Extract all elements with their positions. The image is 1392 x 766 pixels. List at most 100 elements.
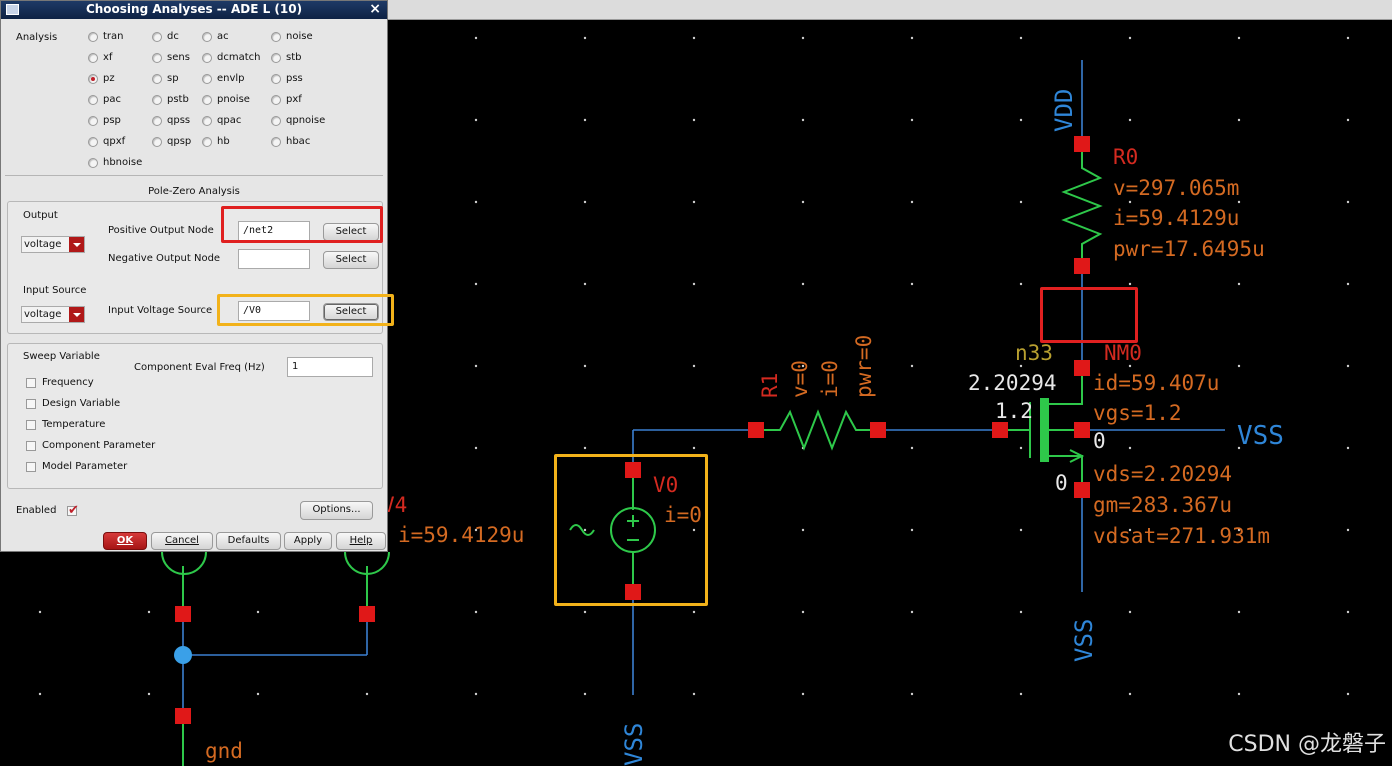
radio-dc[interactable] [152, 32, 162, 42]
output-type-select[interactable]: voltage [21, 236, 85, 253]
divider [5, 175, 383, 176]
radio-label-ac: ac [217, 31, 229, 42]
input-type-select[interactable]: voltage [21, 306, 85, 323]
radio-qpxf[interactable] [88, 137, 98, 147]
close-icon[interactable]: × [369, 1, 381, 17]
radio-hbac[interactable] [271, 137, 281, 147]
radio-psp[interactable] [88, 116, 98, 126]
radio-sp[interactable] [152, 74, 162, 84]
pin[interactable] [625, 462, 641, 478]
pin[interactable] [1074, 360, 1090, 376]
radio-ac[interactable] [202, 32, 212, 42]
pin[interactable] [992, 422, 1008, 438]
dialog-titlebar[interactable]: Choosing Analyses -- ADE L (10) × [1, 1, 387, 19]
grid-dot [1019, 36, 1023, 40]
radio-qpsp[interactable] [152, 137, 162, 147]
sweep-option-label: Frequency [42, 377, 94, 388]
radio-qpss[interactable] [152, 116, 162, 126]
input-voltage-source-field[interactable]: /V0 [238, 301, 310, 321]
sweep-checkbox-frequency[interactable] [26, 378, 36, 388]
grid-dot [1346, 446, 1350, 450]
radio-tran[interactable] [88, 32, 98, 42]
radio-label-pss: pss [286, 73, 303, 84]
radio-qpac[interactable] [202, 116, 212, 126]
radio-pz[interactable] [88, 74, 98, 84]
grid-dot [38, 692, 42, 696]
pin[interactable] [1074, 258, 1090, 274]
nm0-model: n33 [1015, 341, 1053, 365]
grid-dot [801, 528, 805, 532]
enabled-checkbox[interactable]: ✔ [67, 504, 79, 517]
grid-dot [147, 610, 151, 614]
radio-xf[interactable] [88, 53, 98, 63]
sweep-option-label: Temperature [42, 419, 106, 430]
defaults-button[interactable]: Defaults [216, 532, 281, 550]
pin[interactable] [1074, 136, 1090, 152]
radio-pss[interactable] [271, 74, 281, 84]
r1-resistor[interactable] [764, 409, 870, 451]
radio-dcmatch[interactable] [202, 53, 212, 63]
v4-current: i=59.4129u [398, 523, 524, 547]
grid-dot [583, 610, 587, 614]
radio-qpnoise[interactable] [271, 116, 281, 126]
negative-output-select-button[interactable]: Select [323, 251, 379, 269]
pin[interactable] [1074, 422, 1090, 438]
wire-junction [174, 646, 192, 664]
sweep-checkbox-design-variable[interactable] [26, 399, 36, 409]
r0-name: R0 [1113, 145, 1138, 169]
radio-sens[interactable] [152, 53, 162, 63]
input-voltage-select-button[interactable]: Select [323, 303, 379, 321]
nm0-vgs: vgs=1.2 [1093, 401, 1182, 425]
negative-output-field[interactable] [238, 249, 310, 269]
help-button[interactable]: Help [336, 532, 386, 550]
ok-button[interactable]: OK [103, 532, 147, 550]
vss-label-nm0: VSS [1070, 619, 1098, 662]
options-button[interactable]: Options... [300, 501, 373, 520]
radio-label-pac: pac [103, 94, 121, 105]
r0-i: i=59.4129u [1113, 206, 1239, 230]
radio-hbnoise[interactable] [88, 158, 98, 168]
radio-hb[interactable] [202, 137, 212, 147]
pin[interactable] [870, 422, 886, 438]
radio-pnoise[interactable] [202, 95, 212, 105]
eval-freq-field[interactable]: 1 [287, 357, 373, 377]
grid-dot [1237, 610, 1241, 614]
r0-v: v=297.065m [1113, 176, 1239, 200]
radio-pstb[interactable] [152, 95, 162, 105]
grid-dot [801, 118, 805, 122]
radio-envlp[interactable] [202, 74, 212, 84]
grid-dot [1019, 610, 1023, 614]
grid-dot [1128, 36, 1132, 40]
sweep-checkbox-component-parameter[interactable] [26, 441, 36, 451]
radio-pxf[interactable] [271, 95, 281, 105]
pin[interactable] [359, 606, 375, 622]
radio-stb[interactable] [271, 53, 281, 63]
r0-resistor[interactable] [1061, 152, 1103, 258]
sweep-checkbox-temperature[interactable] [26, 420, 36, 430]
radio-label-pz: pz [103, 73, 115, 84]
grid-dot [583, 282, 587, 286]
grid-dot [474, 610, 478, 614]
pin[interactable] [175, 606, 191, 622]
pin[interactable] [748, 422, 764, 438]
grid-dot [147, 692, 151, 696]
pin[interactable] [175, 708, 191, 724]
output-label: Output [23, 210, 58, 221]
grid-dot [910, 118, 914, 122]
sweep-checkbox-model-parameter[interactable] [26, 462, 36, 472]
positive-output-field[interactable]: /net2 [238, 221, 310, 241]
radio-label-qpsp: qpsp [167, 136, 192, 147]
cancel-button[interactable]: Cancel [151, 532, 213, 550]
v0-source[interactable] [569, 476, 656, 588]
apply-button[interactable]: Apply [284, 532, 332, 550]
pin[interactable] [625, 584, 641, 600]
negative-output-label: Negative Output Node [108, 253, 221, 264]
radio-pac[interactable] [88, 95, 98, 105]
grid-dot [474, 446, 478, 450]
pin[interactable] [1074, 482, 1090, 498]
positive-output-select-button[interactable]: Select [323, 223, 379, 241]
radio-noise[interactable] [271, 32, 281, 42]
radio-label-tran: tran [103, 31, 124, 42]
nm0-bulk: 0 [1093, 429, 1106, 453]
r0-pwr: pwr=17.6495u [1113, 237, 1265, 261]
